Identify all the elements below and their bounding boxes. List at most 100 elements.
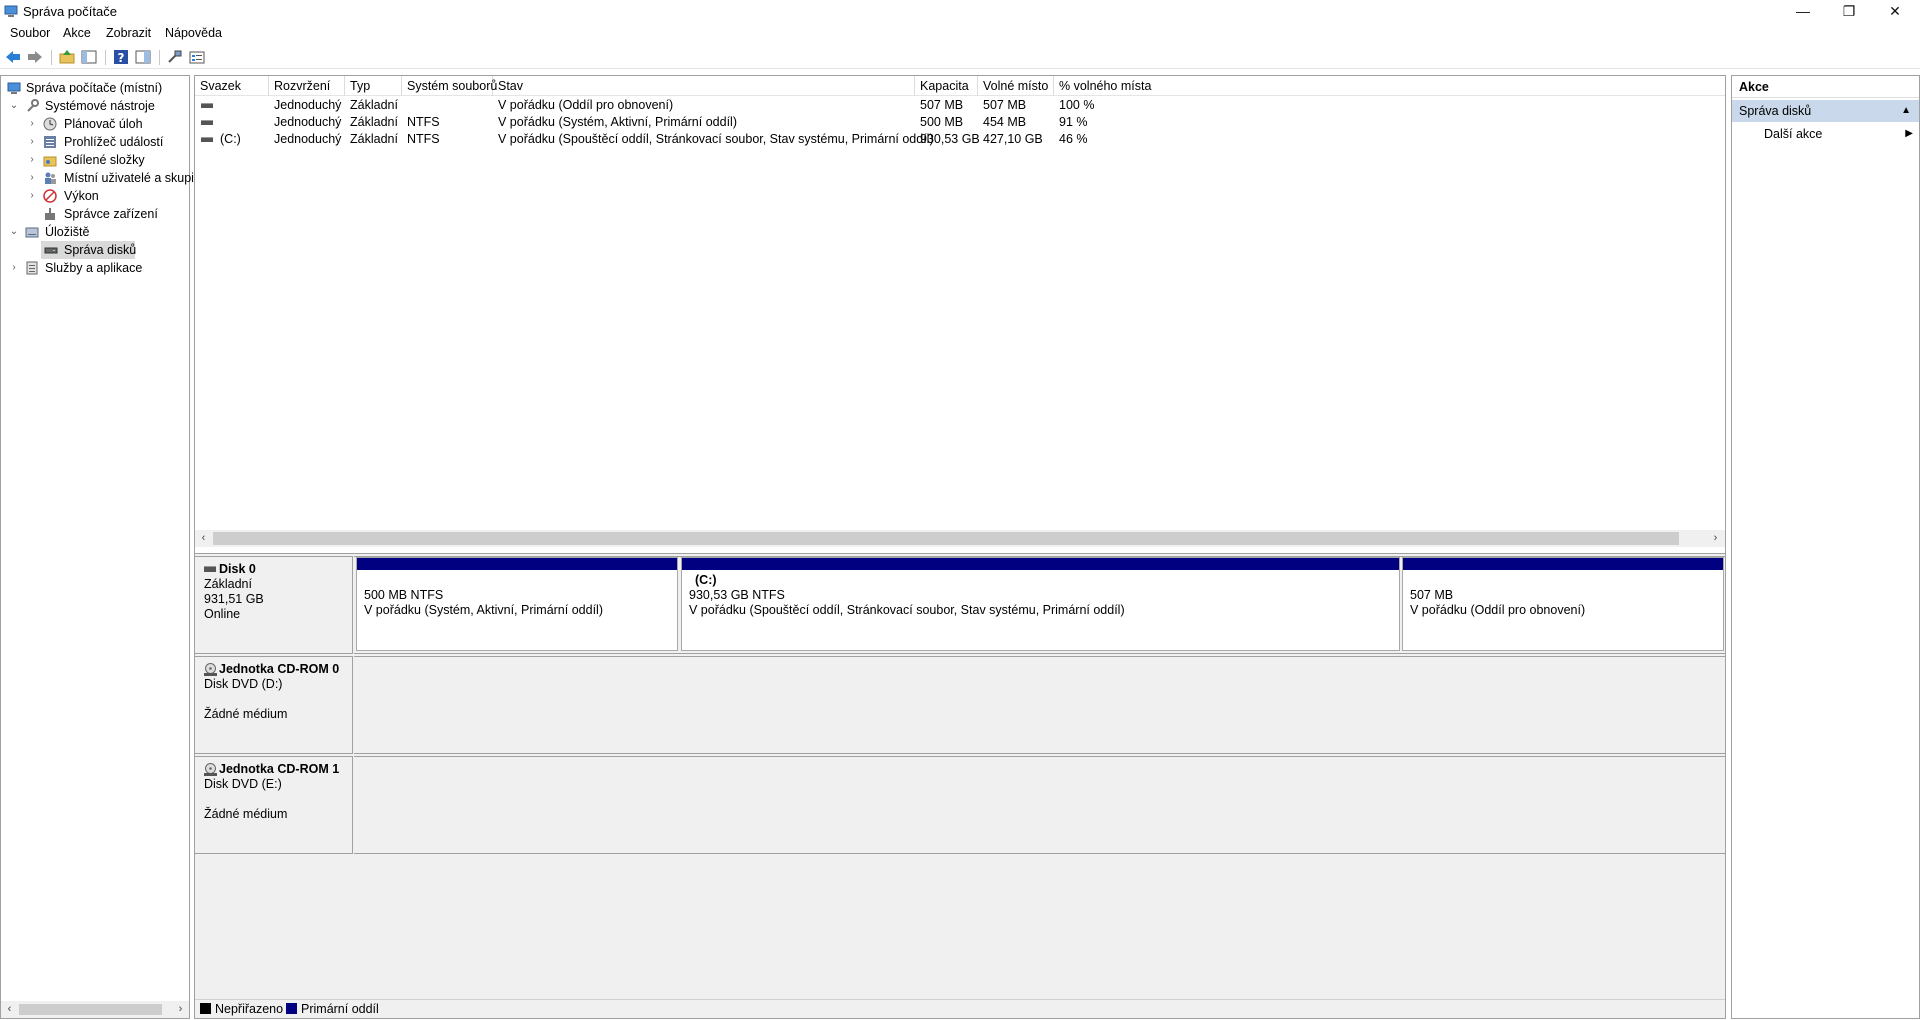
table-row[interactable]: Jednoduchý Základní NTFS V pořádku (Syst… xyxy=(195,114,1725,131)
disk-management-icon xyxy=(44,247,58,254)
properties-icon[interactable] xyxy=(188,48,206,66)
forward-arrow-icon[interactable] xyxy=(26,48,44,66)
scroll-left-arrow-icon[interactable]: ‹ xyxy=(1,1001,18,1018)
back-arrow-icon[interactable] xyxy=(4,48,22,66)
chevron-down-icon[interactable]: ⌄ xyxy=(8,223,20,241)
cell-status: V pořádku (Spouštěcí oddíl, Stránkovací … xyxy=(498,132,934,146)
volume-list-header: Svazek Rozvržení Typ Systém souborů Stav… xyxy=(195,76,1725,96)
cell-percent-free: 100 % xyxy=(1059,98,1095,112)
partition-c[interactable]: (C:) 930,53 GB NTFS V pořádku (Spouštěcí… xyxy=(681,557,1400,651)
partition-size: 507 MB xyxy=(1410,588,1454,602)
cdrom-0-label[interactable]: Jednotka CD-ROM 0 Disk DVD (D:) Žádné mé… xyxy=(195,656,353,754)
tree-item-task-scheduler[interactable]: › Plánovač úloh xyxy=(1,115,189,133)
chevron-right-icon[interactable]: › xyxy=(8,259,20,277)
actions-section-disk-management[interactable]: Správa disků ▲ xyxy=(1732,100,1919,122)
scroll-left-arrow-icon[interactable]: ‹ xyxy=(195,530,212,547)
chevron-right-icon[interactable]: › xyxy=(26,151,38,169)
optical-drive-icon xyxy=(204,763,217,776)
partition-size: 500 MB NTFS xyxy=(364,588,444,602)
tree-label: Správa počítače (místní) xyxy=(26,81,163,95)
tools-icon xyxy=(27,99,39,112)
menu-file[interactable]: Soubor xyxy=(10,26,50,40)
partition-status: V pořádku (Systém, Aktivní, Primární odd… xyxy=(364,603,603,617)
tree-item-system-tools[interactable]: ⌄ Systémové nástroje xyxy=(1,97,189,115)
partition-system[interactable]: 500 MB NTFS V pořádku (Systém, Aktivní, … xyxy=(356,557,678,651)
menu-help[interactable]: Nápověda xyxy=(165,26,222,40)
scroll-right-arrow-icon[interactable]: › xyxy=(1707,530,1724,547)
help-icon[interactable]: ? xyxy=(112,48,130,66)
partition-status: V pořádku (Spouštěcí oddíl, Stránkovací … xyxy=(689,603,1125,617)
table-row[interactable]: (C:) Jednoduchý Základní NTFS V pořádku … xyxy=(195,131,1725,148)
tree-label: Správa disků xyxy=(64,243,137,257)
disk-status: Žádné médium xyxy=(204,807,288,821)
disk-status: Online xyxy=(204,607,241,621)
scroll-thumb[interactable] xyxy=(213,532,1679,545)
tree-item-disk-management[interactable]: Správa disků xyxy=(41,241,137,259)
chevron-right-icon[interactable]: › xyxy=(26,187,38,205)
chevron-down-icon[interactable]: ⌄ xyxy=(8,97,20,115)
show-hide-tree-icon[interactable] xyxy=(80,48,98,66)
cdrom-1-label[interactable]: Jednotka CD-ROM 1 Disk DVD (E:) Žádné mé… xyxy=(195,756,353,854)
cell-filesystem: NTFS xyxy=(407,115,440,129)
device-manager-icon xyxy=(45,208,55,220)
tree-item-storage[interactable]: ⌄ Úložiště xyxy=(1,223,189,241)
primary-partition-bar xyxy=(1403,558,1723,570)
chevron-right-icon[interactable]: › xyxy=(26,133,38,151)
column-header-type[interactable]: Typ xyxy=(345,76,402,96)
column-header-filesystem[interactable]: Systém souborů xyxy=(402,76,497,96)
minimize-button[interactable]: — xyxy=(1780,0,1826,22)
legend: Nepřiřazeno Primární oddíl xyxy=(195,999,1725,1018)
cell-layout: Jednoduchý xyxy=(274,98,342,112)
tree-item-computer-management[interactable]: Správa počítače (místní) xyxy=(1,79,189,97)
partition-recovery[interactable]: 507 MB V pořádku (Oddíl pro obnovení) xyxy=(1402,557,1724,651)
table-row[interactable]: Jednoduchý Základní V pořádku (Oddíl pro… xyxy=(195,97,1725,114)
disk-0-label[interactable]: Disk 0 Základní 931,51 GB Online xyxy=(195,556,353,654)
column-header-volume[interactable]: Svazek xyxy=(195,76,269,96)
column-header-free-space[interactable]: Volné místo xyxy=(978,76,1054,96)
restore-button[interactable]: ❐ xyxy=(1826,0,1872,22)
cell-capacity: 930,53 GB xyxy=(920,132,980,146)
tree-item-device-manager[interactable]: Správce zařízení xyxy=(1,205,189,223)
tree-item-event-viewer[interactable]: › Prohlížeč událostí xyxy=(1,133,189,151)
tree-label: Sdílené složky xyxy=(64,153,145,167)
disk-name: Disk 0 xyxy=(219,562,256,576)
scroll-thumb[interactable] xyxy=(19,1004,162,1015)
cell-layout: Jednoduchý xyxy=(274,115,342,129)
tree-horizontal-scrollbar[interactable]: ‹ › xyxy=(1,1001,189,1018)
disk-name: Jednotka CD-ROM 1 xyxy=(219,762,340,776)
scroll-right-arrow-icon[interactable]: › xyxy=(172,1001,189,1018)
legend-unallocated: Nepřiřazeno xyxy=(215,1002,284,1016)
cell-filesystem: NTFS xyxy=(407,132,440,146)
up-folder-icon[interactable] xyxy=(58,48,76,66)
console-tree-icon[interactable] xyxy=(134,48,152,66)
submenu-arrow-icon: ▶ xyxy=(1905,128,1913,139)
disk-0-partitions: 500 MB NTFS V pořádku (Systém, Aktivní, … xyxy=(354,556,1726,654)
menu-action[interactable]: Akce xyxy=(63,26,91,40)
cell-capacity: 507 MB xyxy=(920,98,964,112)
column-header-status[interactable]: Stav xyxy=(493,76,915,96)
partition-info: 507 MB V pořádku (Oddíl pro obnovení) xyxy=(1410,588,1585,618)
tree-label: Výkon xyxy=(64,189,99,203)
drive-icon xyxy=(201,137,213,142)
tree-item-shared-folders[interactable]: › Sdílené složky xyxy=(1,151,189,169)
cell-free-space: 454 MB xyxy=(983,115,1027,129)
menu-view[interactable]: Zobrazit xyxy=(106,26,151,40)
column-header-layout[interactable]: Rozvržení xyxy=(269,76,345,96)
column-header-capacity[interactable]: Kapacita xyxy=(915,76,978,96)
optical-drive-icon xyxy=(204,663,217,676)
chevron-right-icon[interactable]: › xyxy=(26,169,38,187)
shared-folder-icon xyxy=(43,156,57,167)
tree-item-services-apps[interactable]: › Služby a aplikace xyxy=(1,259,189,277)
computer-management-icon xyxy=(7,82,21,94)
close-button[interactable]: ✕ xyxy=(1872,0,1918,22)
connect-icon[interactable] xyxy=(166,48,184,66)
action-more-actions[interactable]: Další akce ▶ xyxy=(1732,124,1919,144)
column-header-percent-free[interactable]: % volného místa xyxy=(1054,76,1152,96)
tree-item-performance[interactable]: › Výkon xyxy=(1,187,189,205)
tree-item-local-users[interactable]: › Místní uživatelé a skupiny xyxy=(1,169,207,187)
disk-management-view: Svazek Rozvržení Typ Systém souborů Stav… xyxy=(194,75,1726,1019)
volume-list-horizontal-scrollbar[interactable]: ‹ › xyxy=(195,530,1725,547)
chevron-right-icon[interactable]: › xyxy=(26,115,38,133)
cell-type: Základní xyxy=(350,132,398,146)
collapse-arrow-icon[interactable]: ▲ xyxy=(1901,100,1911,122)
